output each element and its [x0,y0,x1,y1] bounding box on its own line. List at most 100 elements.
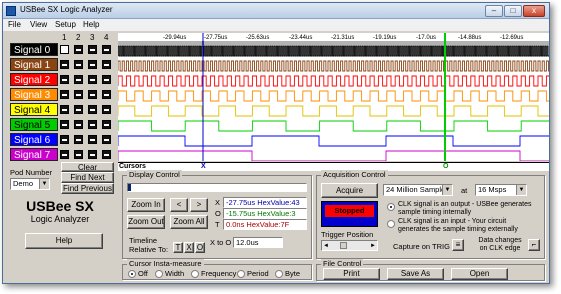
relative-t-button[interactable]: T [173,242,183,253]
timeline-label: Timeline [129,236,158,245]
next-button[interactable]: > [190,198,208,212]
acquisition-control-group: Acquisition Control Acquire 24 Million S… [316,170,545,259]
radio-off[interactable] [128,270,136,278]
signal-5-channel-3-checkbox[interactable] [88,120,97,129]
save-as-button[interactable]: Save As [387,268,444,280]
close-button[interactable]: x [523,5,545,17]
signal-4-channel-3-checkbox[interactable] [88,105,97,114]
pod-number-select[interactable]: Demo ▼ [10,178,50,190]
app-icon [6,6,16,16]
capture-on-trig-button[interactable]: ≡ [452,239,464,251]
signal-1-channel-1-checkbox[interactable] [60,60,69,69]
signal-4-channel-2-checkbox[interactable] [74,105,83,114]
signal-1-channel-3-checkbox[interactable] [88,60,97,69]
signal-4-channel-1-checkbox[interactable] [60,105,69,114]
signal-4-waveform [117,105,549,117]
signal-5-channel-1-checkbox[interactable] [60,120,69,129]
signal-7-channel-2-checkbox[interactable] [74,150,83,159]
signal-3-channel-1-checkbox[interactable] [60,90,69,99]
radio-frequency[interactable] [191,270,199,278]
signal-1-channel-4-checkbox[interactable] [102,60,111,69]
signal-5-channel-2-checkbox[interactable] [74,120,83,129]
radio-clk-input[interactable] [387,220,395,228]
find-previous-button[interactable]: Find Previous [61,183,114,194]
minimize-button[interactable]: – [485,5,503,17]
cursor-o-marker[interactable]: O [443,163,448,170]
clk-edge-button[interactable]: ⌐ [528,239,540,251]
signal-2-channel-2-checkbox[interactable] [74,75,83,84]
signal-4-channel-4-checkbox[interactable] [102,105,111,114]
chevron-down-icon[interactable]: ▼ [516,185,526,195]
column-2-label: 2 [76,33,81,42]
waveform-display[interactable]: -29.94us -27.75us -25.63us -23.44us -21.31us… [117,33,549,162]
signal-label-3[interactable]: Signal 3 [10,88,58,101]
signal-label-7[interactable]: Signal 7 [10,148,58,161]
trigger-position-slider[interactable]: ◄ ► [321,240,378,251]
signal-label-1[interactable]: Signal 1 [10,58,58,71]
signal-6-channel-3-checkbox[interactable] [88,135,97,144]
arrow-right-icon[interactable]: ► [370,241,376,250]
print-button[interactable]: Print [323,268,380,280]
signal-6-channel-1-checkbox[interactable] [60,135,69,144]
signal-3-channel-3-checkbox[interactable] [88,90,97,99]
previous-button[interactable]: < [170,198,188,212]
time-tick-label: -23.44us [289,35,312,41]
display-control-group: Display Control Zoom In Zoom Out < > Zoo… [122,170,312,259]
acquire-button[interactable]: Acquire [321,183,378,198]
signal-2-channel-1-checkbox[interactable] [60,75,69,84]
signal-0-channel-2-checkbox[interactable] [74,45,83,54]
zoom-in-button[interactable]: Zoom In [127,198,165,212]
open-button[interactable]: Open [451,268,508,280]
radio-period[interactable] [237,270,245,278]
signal-0-channel-3-checkbox[interactable] [88,45,97,54]
signal-label-4[interactable]: Signal 4 [10,103,58,116]
signal-0-channel-1-checkbox[interactable] [60,45,69,54]
help-button[interactable]: Help [25,233,103,249]
signal-label-0[interactable]: Signal 0 [10,43,58,56]
arrow-left-icon[interactable]: ◄ [323,241,329,250]
menu-bar: File View Setup Help [3,19,549,31]
signal-1-channel-2-checkbox[interactable] [74,60,83,69]
chevron-down-icon[interactable]: ▼ [39,179,49,189]
signal-3-channel-4-checkbox[interactable] [102,90,111,99]
column-4-label: 4 [104,33,109,42]
signal-6-channel-4-checkbox[interactable] [102,135,111,144]
chevron-down-icon[interactable]: ▼ [442,185,452,195]
menu-help[interactable]: Help [83,20,99,29]
samples-select[interactable]: 24 Million Samples ▼ [383,184,453,196]
menu-file[interactable]: File [8,20,21,29]
column-3-label: 3 [90,33,95,42]
signal-5-channel-4-checkbox[interactable] [102,120,111,129]
signal-2-channel-3-checkbox[interactable] [88,75,97,84]
radio-clk-output[interactable] [387,203,395,211]
find-next-button[interactable]: Find Next [61,172,114,183]
signal-2-channel-4-checkbox[interactable] [102,75,111,84]
relative-x-button[interactable]: X [184,242,194,253]
zoom-all-button[interactable]: Zoom All [170,215,208,229]
menu-view[interactable]: View [30,20,47,29]
clear-button[interactable]: Clear [61,162,114,172]
sample-rate-select[interactable]: 16 Msps ▼ [475,184,527,196]
signal-label-5[interactable]: Signal 5 [10,118,58,131]
menu-setup[interactable]: Setup [55,20,76,29]
zoom-out-button[interactable]: Zoom Out [127,215,165,229]
cursor-o-label: O [215,209,221,218]
signal-7-channel-4-checkbox[interactable] [102,150,111,159]
signal-label-6[interactable]: Signal 6 [10,133,58,146]
signal-7-waveform [117,150,549,162]
signal-3-channel-2-checkbox[interactable] [74,90,83,99]
signal-label-2[interactable]: Signal 2 [10,73,58,86]
display-scroll-thumb[interactable] [128,184,131,191]
signal-0-channel-4-checkbox[interactable] [102,45,111,54]
radio-byte[interactable] [275,270,283,278]
cursor-x-marker[interactable]: X [201,163,206,170]
radio-width[interactable] [155,270,163,278]
maximize-button[interactable]: □ [504,5,522,17]
relative-o-button[interactable]: O [195,242,205,253]
display-scrollbar[interactable] [127,183,307,192]
signal-6-channel-2-checkbox[interactable] [74,135,83,144]
signal-7-channel-3-checkbox[interactable] [88,150,97,159]
trigger-thumb[interactable] [340,242,347,249]
cursor-x-label: X [215,198,221,207]
signal-7-channel-1-checkbox[interactable] [60,150,69,159]
